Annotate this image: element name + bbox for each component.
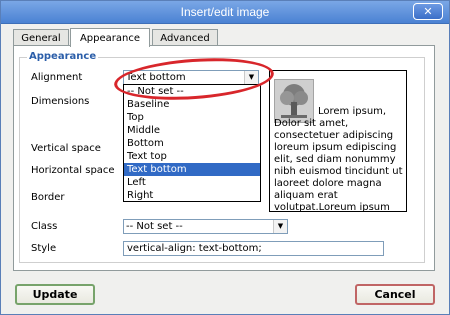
border-label: Border (31, 192, 65, 203)
alignment-option[interactable]: Text top (124, 150, 260, 163)
class-select-value: -- Not set -- (126, 221, 183, 232)
alignment-option[interactable]: Right (124, 189, 260, 202)
tab-advanced[interactable]: Advanced (152, 29, 218, 46)
alignment-label: Alignment (31, 72, 83, 83)
vertical-space-label: Vertical space (31, 143, 101, 154)
chevron-down-icon: ▼ (273, 220, 287, 233)
update-button[interactable]: Update (15, 284, 95, 305)
style-input[interactable]: vertical-align: text-bottom; (123, 241, 384, 256)
appearance-legend: Appearance (27, 51, 99, 62)
preview-text: Lorem ipsum, Dolor sit amet, consectetue… (274, 106, 403, 212)
horizontal-space-label: Horizontal space (31, 165, 115, 176)
alignment-option[interactable]: Bottom (124, 137, 260, 150)
tab-general-label: General (21, 32, 61, 44)
close-icon: ✕ (423, 5, 433, 18)
style-label: Style (31, 243, 57, 254)
alignment-option[interactable]: Left (124, 176, 260, 189)
dimensions-label: Dimensions (31, 96, 90, 107)
tab-appearance-label: Appearance (79, 32, 141, 44)
update-button-label: Update (32, 288, 78, 301)
dialog-title: Insert/edit image (180, 5, 270, 19)
close-button[interactable]: ✕ (413, 3, 443, 20)
title-bar: Insert/edit image ✕ (1, 1, 449, 24)
alignment-dropdown-list: -- Not set -- Baseline Top Middle Bottom… (123, 84, 261, 202)
alignment-option[interactable]: Baseline (124, 98, 260, 111)
tab-general[interactable]: General (13, 29, 69, 46)
tab-appearance[interactable]: Appearance (70, 28, 150, 47)
alignment-option-selected[interactable]: Text bottom (124, 163, 260, 176)
cancel-button-label: Cancel (374, 288, 416, 301)
style-input-value: vertical-align: text-bottom; (127, 243, 262, 254)
class-label: Class (31, 221, 58, 232)
dialog-window: Insert/edit image ✕ General Appearance A… (0, 0, 450, 315)
alignment-option[interactable]: Top (124, 111, 260, 124)
cancel-button[interactable]: Cancel (355, 284, 435, 305)
alignment-preview: Lorem ipsum, Dolor sit amet, consectetue… (269, 70, 407, 212)
alignment-option[interactable]: Middle (124, 124, 260, 137)
class-select[interactable]: -- Not set -- ▼ (123, 219, 288, 234)
tab-advanced-label: Advanced (160, 32, 210, 44)
